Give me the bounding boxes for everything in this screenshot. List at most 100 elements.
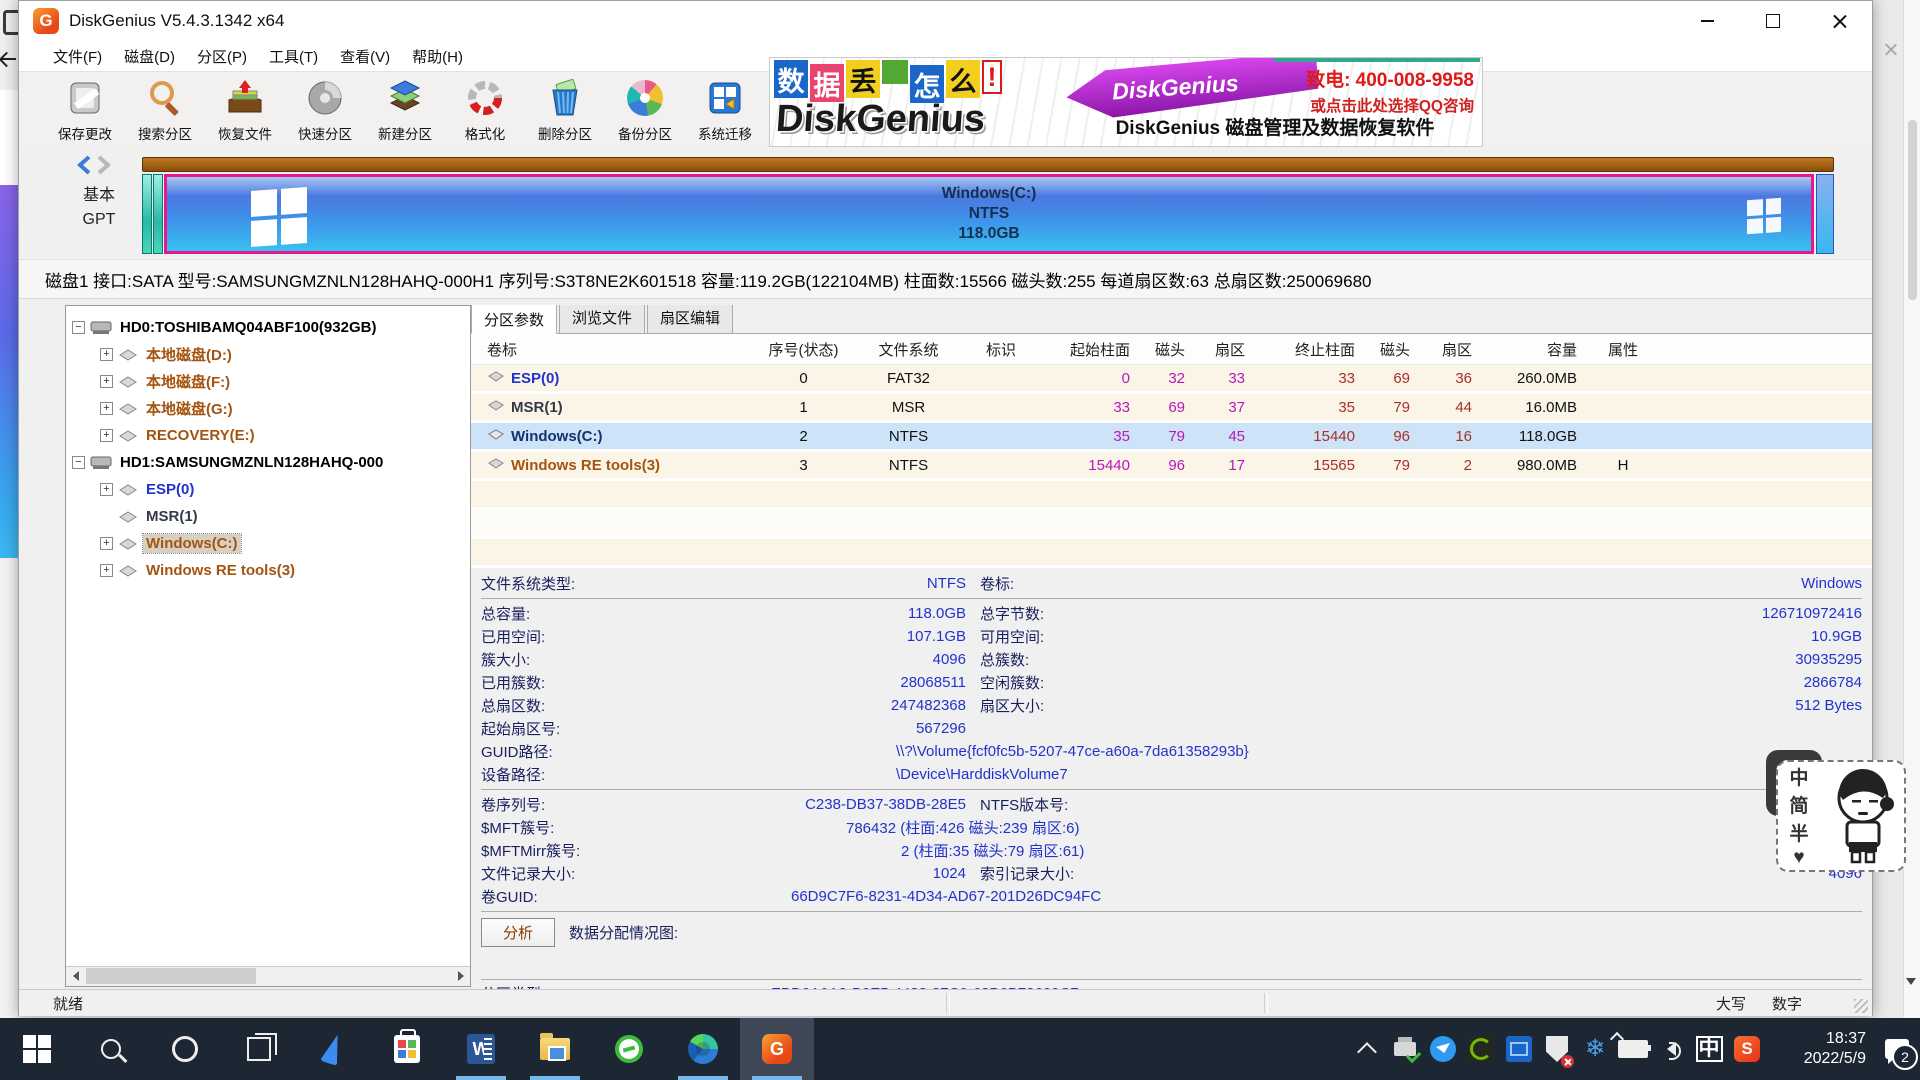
file-explorer-button[interactable] <box>518 1018 592 1080</box>
scroll-right-icon[interactable] <box>451 967 470 985</box>
tab-partition-parameters[interactable]: 分区参数 <box>471 305 557 334</box>
tree-item-hd1[interactable]: − HD1:SAMSUNGMZNLN128HAHQ-000 <box>66 449 470 476</box>
browser-360-button[interactable] <box>592 1018 666 1080</box>
status-text: 就绪 <box>53 993 83 1014</box>
format-button[interactable]: 格式化 <box>445 72 525 146</box>
menu-tools[interactable]: 工具(T) <box>265 43 322 70</box>
taskbar-search-button[interactable] <box>74 1018 148 1080</box>
partition-icon <box>118 483 138 497</box>
action-center-button[interactable]: 2 <box>1874 1018 1920 1080</box>
diskgenius-taskbar-button[interactable]: G <box>740 1018 814 1080</box>
expand-toggle[interactable]: + <box>100 537 113 550</box>
ime-chinese-icon: 中 <box>1696 1036 1723 1062</box>
tree-item-local-f[interactable]: + 本地磁盘(F:) <box>66 368 470 395</box>
minimize-button[interactable] <box>1674 1 1740 41</box>
backup-partition-button[interactable]: 备份分区 <box>605 72 685 146</box>
tray-volume[interactable] <box>1652 1018 1690 1080</box>
quick-partition-button[interactable]: 快速分区 <box>285 72 365 146</box>
maximize-button[interactable] <box>1740 1 1806 41</box>
ime-status-widget[interactable]: 中 简 半 ♥ <box>1776 760 1908 872</box>
scroll-left-icon[interactable] <box>66 967 85 985</box>
expand-toggle[interactable]: + <box>100 564 113 577</box>
word-icon: W <box>467 1034 495 1064</box>
ime-heart-icon[interactable]: ♥ <box>1793 847 1804 869</box>
tray-printer[interactable] <box>1386 1018 1424 1080</box>
analyze-button[interactable]: 分析 <box>481 918 555 947</box>
folder-icon <box>540 1038 570 1060</box>
recover-files-button[interactable]: 恢复文件 <box>205 72 285 146</box>
tree-item-windows-c[interactable]: + Windows(C:) <box>66 530 470 557</box>
edge-button[interactable] <box>666 1018 740 1080</box>
status-bar: 就绪 大写 数字 <box>19 989 1872 1016</box>
ime-mode-chinese[interactable]: 中 <box>1789 763 1808 790</box>
table-row-msr[interactable]: MSR(1) 1 MSR 33 69 37 35 79 44 16.0MB <box>471 394 1872 423</box>
menu-view[interactable]: 查看(V) <box>336 43 394 70</box>
table-row-windows-re-tools[interactable]: Windows RE tools(3) 3 NTFS 15440 96 17 1… <box>471 452 1872 481</box>
expand-toggle[interactable]: + <box>100 375 113 388</box>
tree-item-esp[interactable]: + ESP(0) <box>66 476 470 503</box>
tree-item-windows-re-tools[interactable]: + Windows RE tools(3) <box>66 557 470 584</box>
start-button[interactable] <box>0 1018 74 1080</box>
tree-horizontal-scrollbar[interactable] <box>66 966 470 986</box>
background-close-icon[interactable] <box>1883 42 1898 57</box>
tray-nvidia[interactable] <box>1462 1018 1500 1080</box>
partition-segment-windows-c[interactable]: Windows(C:) NTFS 118.0GB <box>164 174 1814 254</box>
tray-snowflake-app[interactable]: ❄ <box>1576 1018 1614 1080</box>
tree-item-local-d[interactable]: + 本地磁盘(D:) <box>66 341 470 368</box>
ad-banner[interactable]: 数 据 丢 怎 么 ! DiskGenius DiskGenius 致电: 40… <box>769 57 1483 147</box>
tray-expand-button[interactable] <box>1348 1018 1386 1080</box>
taskbar: W G ❄ 中 S 18:37 2022/5/9 2 <box>0 1018 1920 1080</box>
ime-mode-simplified[interactable]: 简 <box>1789 791 1808 818</box>
expand-toggle[interactable]: + <box>100 483 113 496</box>
tray-ime-mode[interactable]: 中 <box>1690 1018 1728 1080</box>
partition-segment-esp[interactable] <box>142 174 152 254</box>
disk-bar[interactable] <box>142 157 1834 172</box>
menu-file[interactable]: 文件(F) <box>49 43 106 70</box>
cortana-button[interactable] <box>148 1018 222 1080</box>
microsoft-store-button[interactable] <box>370 1018 444 1080</box>
tab-sector-edit[interactable]: 扇区编辑 <box>647 305 733 333</box>
system-tray: ❄ 中 S 18:37 2022/5/9 2 <box>1348 1018 1920 1080</box>
delete-partition-button[interactable]: 删除分区 <box>525 72 605 146</box>
feishu-button[interactable] <box>296 1018 370 1080</box>
partition-segment-re-tools[interactable] <box>1816 174 1834 254</box>
save-changes-button[interactable]: 保存更改 <box>45 72 125 146</box>
new-partition-button[interactable]: 新建分区 <box>365 72 445 146</box>
scrollbar-thumb[interactable] <box>86 968 256 984</box>
resize-grip[interactable] <box>1854 999 1868 1013</box>
tab-browse-files[interactable]: 浏览文件 <box>559 305 645 333</box>
tree-item-recovery-e[interactable]: + RECOVERY(E:) <box>66 422 470 449</box>
disk-icon <box>90 320 112 336</box>
disk-info-text: 磁盘1 接口:SATA 型号:SAMSUNGMZNLN128HAHQ-000H1… <box>45 267 1372 292</box>
expand-toggle[interactable]: + <box>100 348 113 361</box>
tree-item-local-g[interactable]: + 本地磁盘(G:) <box>66 395 470 422</box>
tray-battery[interactable] <box>1614 1018 1652 1080</box>
word-button[interactable]: W <box>444 1018 518 1080</box>
scrollbar-thumb[interactable] <box>1908 120 1917 300</box>
tree-item-hd0[interactable]: − HD0:TOSHIBAMQ04ABF100(932GB) <box>66 314 470 341</box>
ime-mode-halfwidth[interactable]: 半 <box>1789 819 1808 846</box>
close-button[interactable] <box>1806 1 1872 41</box>
collapse-toggle[interactable]: − <box>72 456 85 469</box>
search-partition-button[interactable]: 搜索分区 <box>125 72 205 146</box>
tray-intel-graphics[interactable] <box>1500 1018 1538 1080</box>
table-row-windows-c-selected[interactable]: Windows(C:) 2 NTFS 35 79 45 15440 96 16 … <box>471 423 1872 452</box>
scroll-down-icon[interactable] <box>1906 978 1916 985</box>
disk-type-gpt: GPT <box>63 211 135 229</box>
expand-toggle[interactable]: + <box>100 429 113 442</box>
menu-help[interactable]: 帮助(H) <box>408 43 467 70</box>
tree-item-msr[interactable]: MSR(1) <box>66 503 470 530</box>
collapse-toggle[interactable]: − <box>72 321 85 334</box>
tray-security[interactable] <box>1538 1018 1576 1080</box>
task-view-button[interactable] <box>222 1018 296 1080</box>
tray-sogou[interactable]: S <box>1728 1018 1766 1080</box>
system-migrate-button[interactable]: 系统迁移 <box>685 72 765 146</box>
disk-graphic-area: 基本 GPT Windows(C:) NTFS 118.0GB <box>19 149 1872 259</box>
menu-partition[interactable]: 分区(P) <box>193 43 251 70</box>
taskbar-clock[interactable]: 18:37 2022/5/9 <box>1774 1029 1866 1069</box>
tray-dingtalk[interactable] <box>1424 1018 1462 1080</box>
partition-segment-msr[interactable] <box>153 174 163 254</box>
menu-disk[interactable]: 磁盘(D) <box>120 43 179 70</box>
table-row-esp[interactable]: ESP(0) 0 FAT32 0 32 33 33 69 36 260.0MB <box>471 365 1872 394</box>
expand-toggle[interactable]: + <box>100 402 113 415</box>
